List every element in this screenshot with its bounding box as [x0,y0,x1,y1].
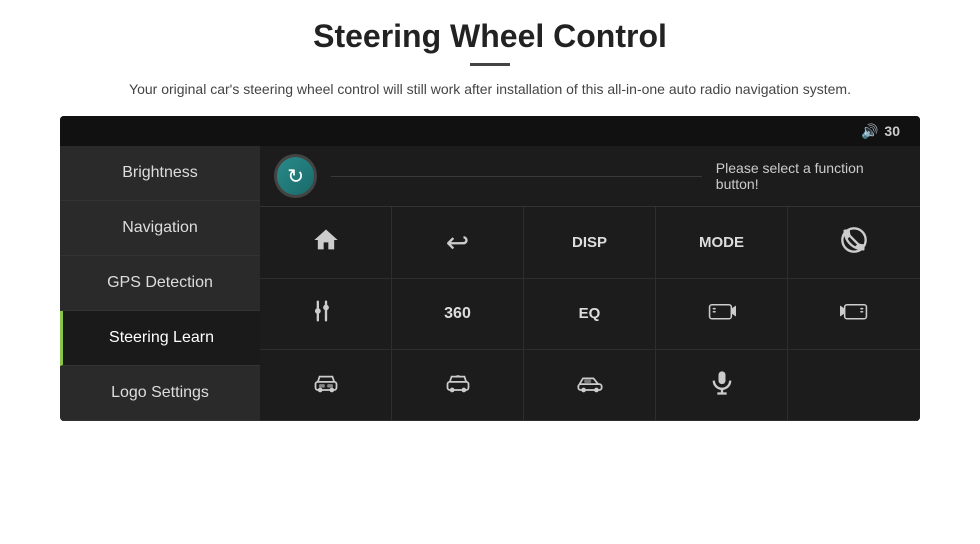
btn-mode[interactable]: MODE [656,207,788,278]
home-icon [312,226,340,259]
btn-disp[interactable]: DISP [524,207,656,278]
btn-360[interactable]: 360 [392,279,524,350]
sidebar-item-brightness[interactable]: Brightness [60,146,260,201]
disp-label: DISP [572,234,607,251]
car-front-icon [312,369,340,402]
car-360-icon [444,369,472,402]
btn-cam-back[interactable] [788,279,920,350]
btn-cam-front[interactable] [656,279,788,350]
btn-eq[interactable]: EQ [524,279,656,350]
car-side-icon [576,369,604,402]
refresh-button[interactable]: ↻ [274,154,317,198]
btn-mic[interactable] [656,350,788,421]
function-bar: ↻ Please select a function button! [260,146,920,207]
btn-empty [788,350,920,421]
page-title: Steering Wheel Control [313,18,667,55]
cam-front-icon [708,297,736,330]
sidebar-item-logo-settings[interactable]: Logo Settings [60,366,260,421]
screen-header: 🔊 30 [60,116,920,146]
title-divider [470,63,510,66]
button-grid: ↩ DISP MODE [260,207,920,421]
sidebar: Brightness Navigation GPS Detection Stee… [60,146,260,421]
mode-label: MODE [699,234,744,251]
cam-back-icon [840,297,868,330]
refresh-icon: ↻ [287,164,304,189]
page-wrapper: Steering Wheel Control Your original car… [0,0,980,421]
sidebar-item-steering-learn[interactable]: Steering Learn [60,311,260,366]
sidebar-item-navigation[interactable]: Navigation [60,201,260,256]
btn-home[interactable] [260,207,392,278]
btn-settings[interactable] [260,279,392,350]
btn-car-360[interactable] [392,350,524,421]
phone-cancel-icon [840,226,868,259]
btn-back[interactable]: ↩ [392,207,524,278]
car-screen: 🔊 30 Brightness Navigation GPS Detection… [60,116,920,421]
function-prompt: Please select a function button! [716,160,906,192]
page-subtitle: Your original car's steering wheel contr… [129,78,851,100]
back-icon: ↩ [446,226,469,259]
volume-level: 30 [884,123,900,139]
screen-body: Brightness Navigation GPS Detection Stee… [60,146,920,421]
main-content: ↻ Please select a function button! [260,146,920,421]
btn-car-side[interactable] [524,350,656,421]
eq-label: EQ [579,305,601,322]
btn-phone-cancel[interactable] [788,207,920,278]
volume-icon: 🔊 [861,123,878,140]
mic-icon [708,369,736,402]
sidebar-item-gps-detection[interactable]: GPS Detection [60,256,260,311]
settings-icon [312,297,340,330]
360-label: 360 [444,305,471,323]
btn-car-front[interactable] [260,350,392,421]
bar-divider [331,176,702,177]
